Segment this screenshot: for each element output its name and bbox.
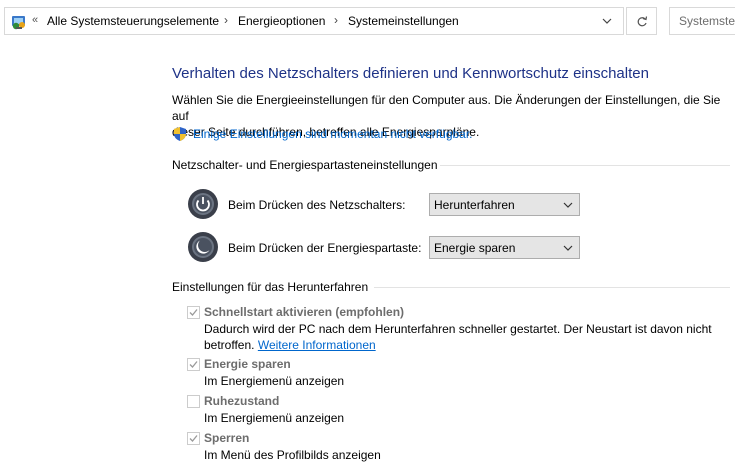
fast-startup-desc: Dadurch wird der PC nach dem Herunterfah… [204, 321, 712, 353]
breadcrumb-all-items[interactable]: Alle Systemsteuerungselemente [47, 14, 219, 28]
breadcrumb-separator[interactable]: › [224, 13, 228, 27]
fast-startup-desc-line2: betroffen. Weitere Informationen [204, 337, 712, 353]
chevron-down-icon[interactable] [601, 15, 613, 27]
search-placeholder: Systemsteuerung durchsuchen [679, 14, 735, 28]
power-button-action-select[interactable]: Herunterfahren [429, 193, 580, 216]
admin-link-text[interactable]: Einige Einstellungen sind momentan nicht… [193, 127, 473, 141]
refresh-icon [637, 16, 648, 27]
sleep-menu-title: Energie sparen [204, 357, 291, 371]
checkmark-icon [189, 435, 198, 442]
breadcrumb-power-options[interactable]: Energieoptionen [238, 14, 325, 28]
fast-startup-desc-line: Dadurch wird der PC nach dem Herunterfah… [204, 322, 712, 336]
power-button-label: Beim Drücken des Netzschalters: [228, 198, 406, 212]
section-divider [440, 165, 730, 166]
sleep-menu-desc: Im Energiemenü anzeigen [204, 374, 345, 388]
address-box[interactable]: « Alle Systemsteuerungselemente › Energi… [4, 7, 624, 35]
fast-startup-title: Schnellstart aktivieren (empfohlen) [204, 305, 405, 319]
hibernate-desc: Im Energiemenü anzeigen [204, 411, 345, 425]
page-title: Verhalten des Netzschalters definieren u… [172, 65, 649, 82]
hibernate-checkbox[interactable] [187, 395, 200, 408]
control-panel-icon [12, 16, 25, 30]
sleep-button-label: Beim Drücken der Energiespartaste: [228, 241, 422, 255]
chevron-down-icon [563, 245, 573, 251]
sleep-button-value: Energie sparen [434, 241, 516, 255]
uac-shield-icon [174, 127, 186, 141]
checkmark-icon [189, 309, 198, 316]
search-input[interactable]: Systemsteuerung durchsuchen [669, 7, 735, 35]
address-bar: « Alle Systemsteuerungselemente › Energi… [0, 0, 735, 42]
refresh-button[interactable] [626, 7, 657, 35]
sleep-button-action-select[interactable]: Energie sparen [429, 236, 580, 259]
breadcrumb-system-settings[interactable]: Systemeinstellungen [348, 14, 459, 28]
fast-startup-desc-text: betroffen. [204, 338, 255, 352]
fast-startup-checkbox[interactable] [187, 306, 200, 319]
shutdown-section-heading: Einstellungen für das Herunterfahren [172, 280, 369, 294]
more-info-link[interactable]: Weitere Informationen [258, 338, 376, 352]
power-section-heading: Netzschalter- und Energiespartasteneinst… [172, 158, 438, 172]
lock-title: Sperren [204, 431, 250, 445]
hibernate-title: Ruhezustand [204, 394, 280, 408]
lock-desc: Im Menü des Profilbilds anzeigen [204, 448, 381, 462]
description-line: Wählen Sie die Energieeinstellungen für … [172, 93, 721, 123]
section-divider [374, 287, 730, 288]
back-chevron[interactable]: « [32, 14, 38, 26]
sleep-menu-checkbox[interactable] [187, 358, 200, 371]
sleep-button-icon [188, 232, 218, 262]
breadcrumb-separator[interactable]: › [334, 13, 338, 27]
checkmark-icon [189, 361, 198, 368]
power-button-value: Herunterfahren [434, 198, 515, 212]
power-button-icon [188, 189, 218, 219]
chevron-down-icon [563, 202, 573, 208]
lock-checkbox[interactable] [187, 432, 200, 445]
